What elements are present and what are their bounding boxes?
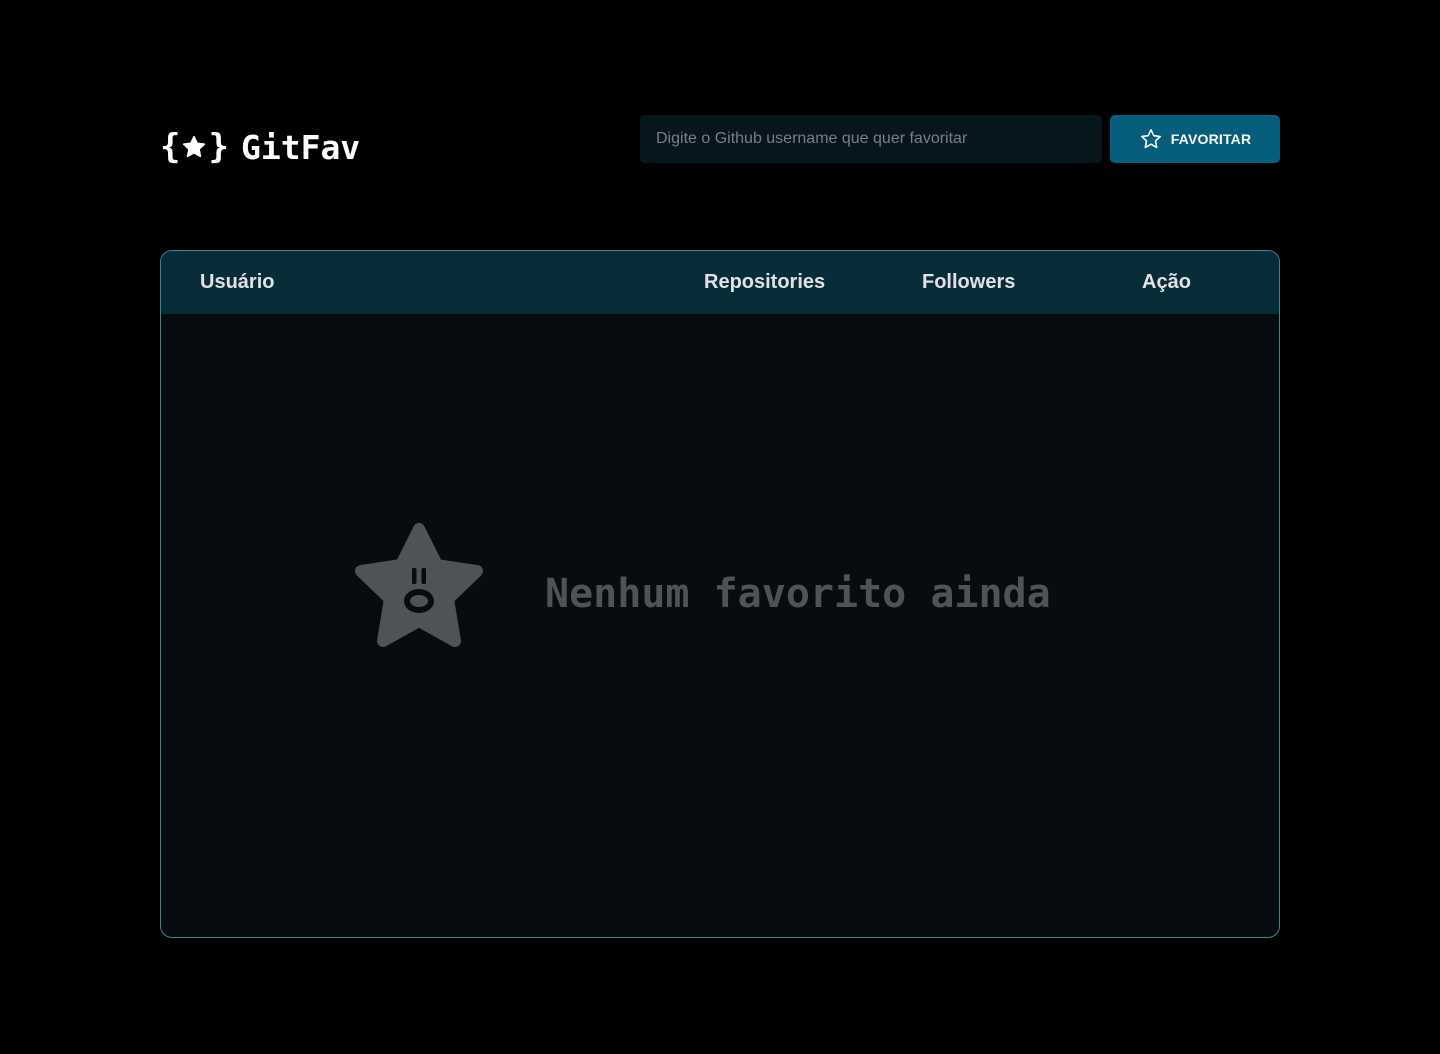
column-header-usuario: Usuário (200, 271, 275, 293)
username-search-input[interactable] (640, 115, 1102, 163)
empty-message: Nenhum favorito ainda (545, 571, 1051, 617)
app-page: { } GitFav FAVORITAR Usuário Repositorie… (0, 0, 1440, 1054)
star-outline-icon (1139, 127, 1163, 151)
table-header: Usuário Repositories Followers Ação (161, 251, 1279, 314)
column-header-acao: Ação (1142, 271, 1191, 293)
header: { } GitFav FAVORITAR (160, 115, 1280, 167)
favoritar-button-label: FAVORITAR (1170, 131, 1252, 147)
favoritar-button[interactable]: FAVORITAR (1110, 115, 1280, 163)
column-header-repositories: Repositories (704, 271, 826, 293)
app-name: GitFav (240, 127, 361, 167)
logo: { } GitFav (160, 127, 360, 167)
favorites-table: Usuário Repositories Followers Ação Nenh… (160, 250, 1280, 938)
surprised-star-icon (351, 523, 487, 653)
column-header-followers: Followers (922, 271, 1016, 293)
braces-star-icon: { } (160, 127, 229, 167)
empty-state: Nenhum favorito ainda (351, 523, 1051, 653)
